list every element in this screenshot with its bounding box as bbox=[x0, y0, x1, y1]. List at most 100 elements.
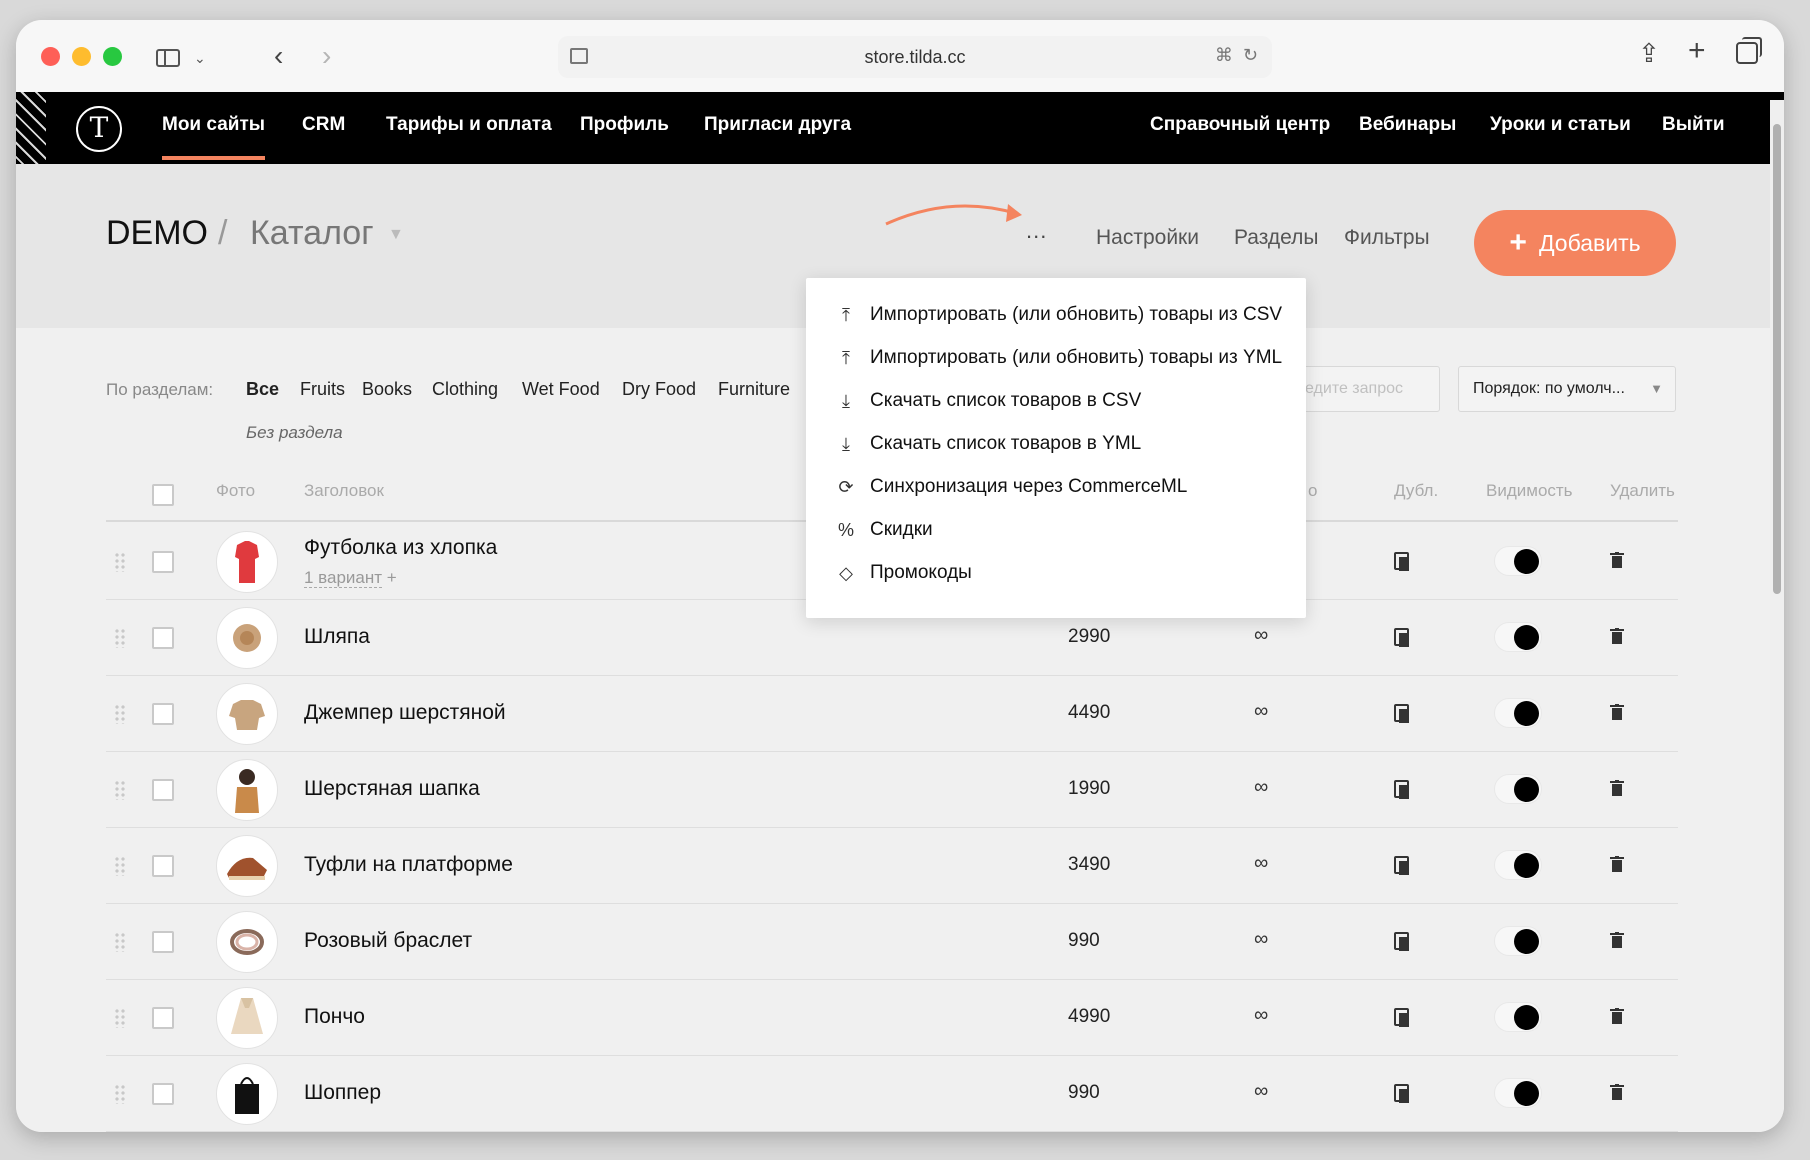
product-quantity[interactable]: ∞ bbox=[1254, 624, 1268, 647]
visibility-toggle[interactable] bbox=[1494, 1078, 1542, 1108]
product-price[interactable]: 990 bbox=[1068, 930, 1100, 952]
filter-dry-food[interactable]: Dry Food bbox=[622, 379, 696, 400]
product-price[interactable]: 990 bbox=[1068, 1082, 1100, 1104]
table-row[interactable]: Туфли на платформе 3490 ∞ bbox=[106, 828, 1678, 904]
duplicate-icon[interactable] bbox=[1394, 552, 1409, 571]
product-price[interactable]: 4990 bbox=[1068, 1006, 1110, 1028]
table-row[interactable]: Джемпер шерстяной 4490 ∞ bbox=[106, 676, 1678, 752]
nav-help-center[interactable]: Справочный центр bbox=[1150, 114, 1330, 136]
drag-handle-icon[interactable] bbox=[114, 552, 126, 572]
product-price[interactable]: 1990 bbox=[1068, 778, 1110, 800]
filters-link[interactable]: Фильтры bbox=[1344, 226, 1430, 250]
variant-count[interactable]: 1 вариант bbox=[304, 568, 383, 588]
trash-icon[interactable] bbox=[1610, 628, 1624, 644]
visibility-toggle[interactable] bbox=[1494, 622, 1542, 652]
duplicate-icon[interactable] bbox=[1394, 1008, 1409, 1027]
filter-wet-food[interactable]: Wet Food bbox=[522, 379, 600, 400]
product-photo[interactable] bbox=[216, 759, 278, 821]
tilda-logo[interactable]: T bbox=[76, 106, 122, 152]
product-title[interactable]: Туфли на платформе bbox=[304, 853, 513, 877]
select-all-checkbox[interactable] bbox=[152, 484, 174, 506]
product-photo[interactable] bbox=[216, 607, 278, 669]
product-photo[interactable] bbox=[216, 531, 278, 593]
product-photo[interactable] bbox=[216, 835, 278, 897]
nav-invite[interactable]: Пригласи друга bbox=[704, 114, 851, 136]
row-checkbox[interactable] bbox=[152, 703, 174, 725]
row-checkbox[interactable] bbox=[152, 779, 174, 801]
trash-icon[interactable] bbox=[1610, 856, 1624, 872]
menu-discounts[interactable]: % Скидки bbox=[836, 515, 933, 545]
filter-clothing[interactable]: Clothing bbox=[432, 379, 498, 400]
product-quantity[interactable]: ∞ bbox=[1254, 852, 1268, 875]
product-photo[interactable] bbox=[216, 683, 278, 745]
menu-commerceml-sync[interactable]: ⟳ Синхронизация через CommerceML bbox=[836, 472, 1187, 502]
trash-icon[interactable] bbox=[1610, 1084, 1624, 1100]
new-tab-button[interactable]: + bbox=[1688, 34, 1706, 68]
product-title[interactable]: Пончо bbox=[304, 1005, 365, 1029]
drag-handle-icon[interactable] bbox=[114, 628, 126, 648]
drag-handle-icon[interactable] bbox=[114, 1008, 126, 1028]
trash-icon[interactable] bbox=[1610, 780, 1624, 796]
product-quantity[interactable]: ∞ bbox=[1254, 700, 1268, 723]
scrollbar-thumb[interactable] bbox=[1773, 124, 1781, 594]
filter-fruits[interactable]: Fruits bbox=[300, 379, 345, 400]
duplicate-icon[interactable] bbox=[1394, 932, 1409, 951]
nav-profile[interactable]: Профиль bbox=[580, 114, 669, 136]
translate-icon[interactable]: ⌘ bbox=[1215, 45, 1233, 66]
product-photo[interactable] bbox=[216, 987, 278, 1049]
tab-overview-button[interactable] bbox=[1736, 37, 1762, 64]
address-bar[interactable]: store.tilda.cc ⌘ ↻ bbox=[558, 36, 1272, 78]
nav-crm[interactable]: CRM bbox=[302, 114, 345, 136]
visibility-toggle[interactable] bbox=[1494, 850, 1542, 880]
product-quantity[interactable]: ∞ bbox=[1254, 776, 1268, 799]
sections-link[interactable]: Разделы bbox=[1234, 226, 1319, 250]
visibility-toggle[interactable] bbox=[1494, 926, 1542, 956]
nav-logout[interactable]: Выйти bbox=[1662, 114, 1725, 136]
nav-my-sites[interactable]: Мои сайты bbox=[162, 114, 265, 160]
product-title[interactable]: Шоппер bbox=[304, 1081, 381, 1105]
reload-icon[interactable]: ↻ bbox=[1243, 45, 1258, 66]
col-title[interactable]: Заголовок bbox=[304, 481, 384, 501]
filter-all[interactable]: Все bbox=[246, 379, 279, 400]
trash-icon[interactable] bbox=[1610, 1008, 1624, 1024]
duplicate-icon[interactable] bbox=[1394, 1084, 1409, 1103]
menu-download-csv[interactable]: ⤓ Скачать список товаров в CSV bbox=[836, 386, 1141, 416]
duplicate-icon[interactable] bbox=[1394, 780, 1409, 799]
menu-promocodes[interactable]: ◇ Промокоды bbox=[836, 558, 972, 588]
row-checkbox[interactable] bbox=[152, 1007, 174, 1029]
product-title[interactable]: Шляпа bbox=[304, 625, 370, 649]
trash-icon[interactable] bbox=[1610, 932, 1624, 948]
more-options-button[interactable]: ... bbox=[1026, 218, 1047, 244]
drag-handle-icon[interactable] bbox=[114, 856, 126, 876]
row-checkbox[interactable] bbox=[152, 855, 174, 877]
add-variant-button[interactable]: + bbox=[387, 568, 397, 587]
table-row[interactable]: Шоппер 990 ∞ bbox=[106, 1056, 1678, 1132]
product-photo[interactable] bbox=[216, 911, 278, 973]
duplicate-icon[interactable] bbox=[1394, 704, 1409, 723]
trash-icon[interactable] bbox=[1610, 704, 1624, 720]
close-window-button[interactable] bbox=[41, 47, 60, 66]
nav-lessons[interactable]: Уроки и статьи bbox=[1490, 114, 1631, 136]
catalog-title[interactable]: Каталог bbox=[250, 214, 374, 253]
back-button[interactable]: ‹ bbox=[274, 40, 283, 72]
duplicate-icon[interactable] bbox=[1394, 856, 1409, 875]
chevron-down-icon[interactable]: ▼ bbox=[388, 226, 404, 244]
forward-button[interactable]: › bbox=[322, 40, 331, 72]
sidebar-toggle-button[interactable]: ⌄ bbox=[144, 42, 226, 74]
drag-handle-icon[interactable] bbox=[114, 704, 126, 724]
product-price[interactable]: 4490 bbox=[1068, 702, 1110, 724]
product-price[interactable]: 3490 bbox=[1068, 854, 1110, 876]
share-icon[interactable]: ⇪ bbox=[1638, 38, 1660, 69]
menu-import-yml[interactable]: ⤒ Импортировать (или обновить) товары из… bbox=[836, 343, 1282, 373]
row-checkbox[interactable] bbox=[152, 627, 174, 649]
visibility-toggle[interactable] bbox=[1494, 698, 1542, 728]
product-title[interactable]: Джемпер шерстяной bbox=[304, 701, 506, 725]
table-row[interactable]: Розовый браслет 990 ∞ bbox=[106, 904, 1678, 980]
drag-handle-icon[interactable] bbox=[114, 932, 126, 952]
product-variants[interactable]: 1 вариант + bbox=[304, 568, 397, 588]
project-title[interactable]: DEMO bbox=[106, 214, 208, 253]
row-checkbox[interactable] bbox=[152, 551, 174, 573]
nav-webinars[interactable]: Вебинары bbox=[1359, 114, 1456, 136]
menu-download-yml[interactable]: ⤓ Скачать список товаров в YML bbox=[836, 429, 1141, 459]
row-checkbox[interactable] bbox=[152, 931, 174, 953]
